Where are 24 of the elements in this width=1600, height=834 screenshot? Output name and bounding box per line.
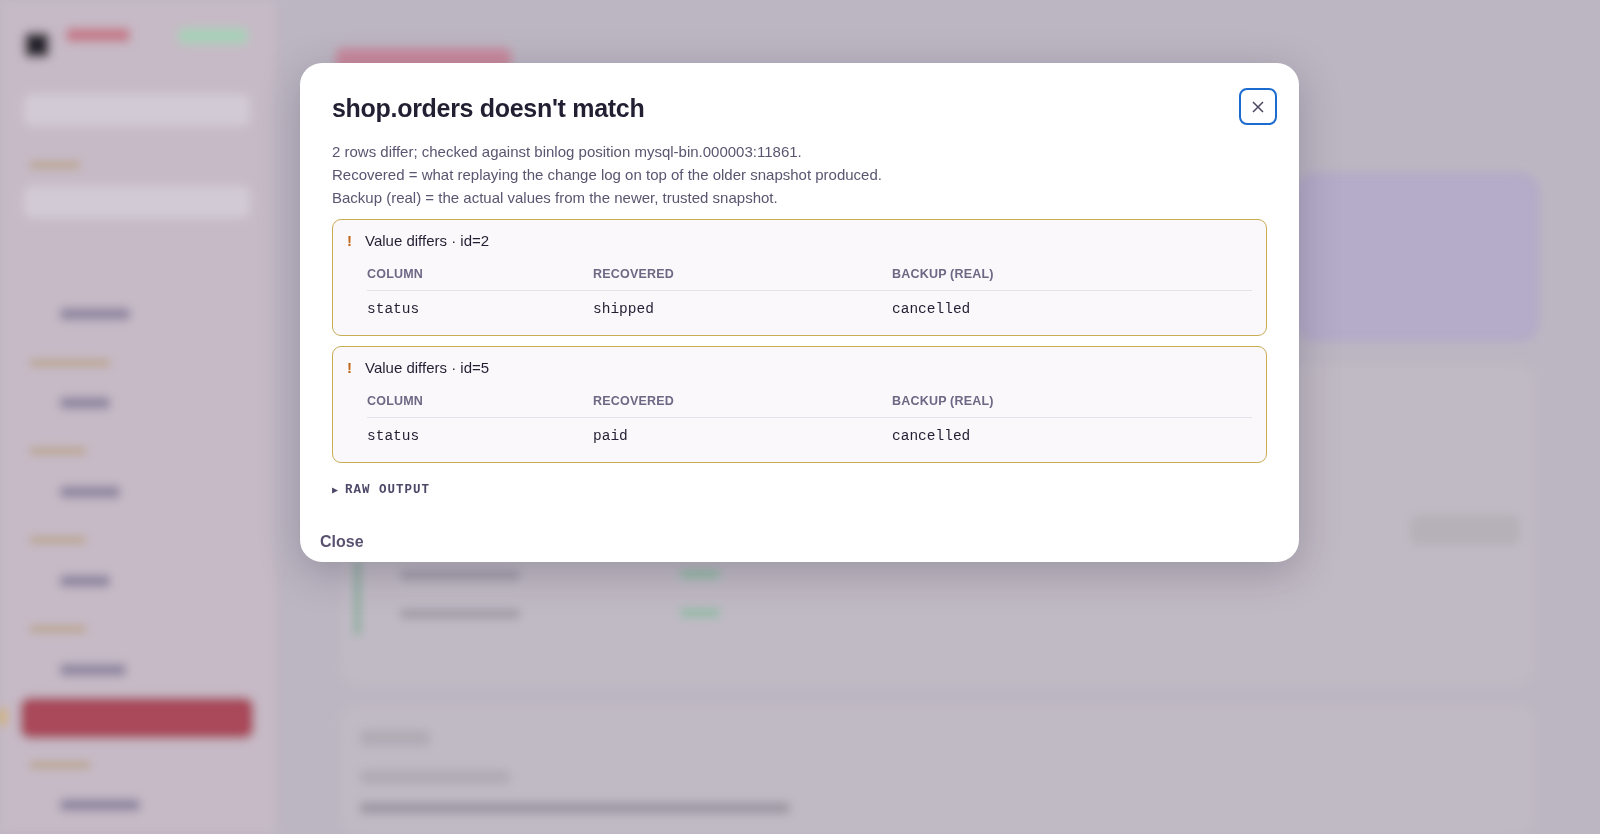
description-text: Backup (real) = the actual values from the newer, trusted snapshot. [332,188,779,208]
description-text: 2 rows differ; checked against binlog position mysql-bin.000003:11861. [332,142,803,162]
column-header: BACKUP (REAL) [892,264,1252,292]
diff-title: Value differs · id=5 [365,358,490,378]
table-cell-text: status [367,427,421,447]
dialog-title: shop.orders doesn't match [332,93,645,123]
warning-mark: ! [347,358,353,378]
column-header: RECOVERED [593,264,892,292]
column-header: COLUMN [367,264,593,292]
column-header: RECOVERED [593,391,892,419]
warning-mark: ! [347,231,353,251]
column-header: COLUMN [367,391,593,419]
column-header: BACKUP (REAL) [892,391,1252,419]
close-button[interactable]: Close [320,530,364,554]
table-cell-text: cancelled [892,427,972,447]
close-button[interactable] [1239,88,1277,125]
diff-title: Value differs · id=2 [365,231,490,251]
table-cell-text: paid [593,427,629,447]
description-text: Recovered = what replaying the change log on top of the older snapshot produced. [332,165,883,185]
table-cell-text: shipped [593,300,655,320]
table-cell-text: status [367,300,421,320]
raw-output-toggle[interactable]: ▶ RAW OUTPUT [332,481,431,500]
close-icon [1251,99,1265,114]
table-cell-text: cancelled [892,300,972,320]
